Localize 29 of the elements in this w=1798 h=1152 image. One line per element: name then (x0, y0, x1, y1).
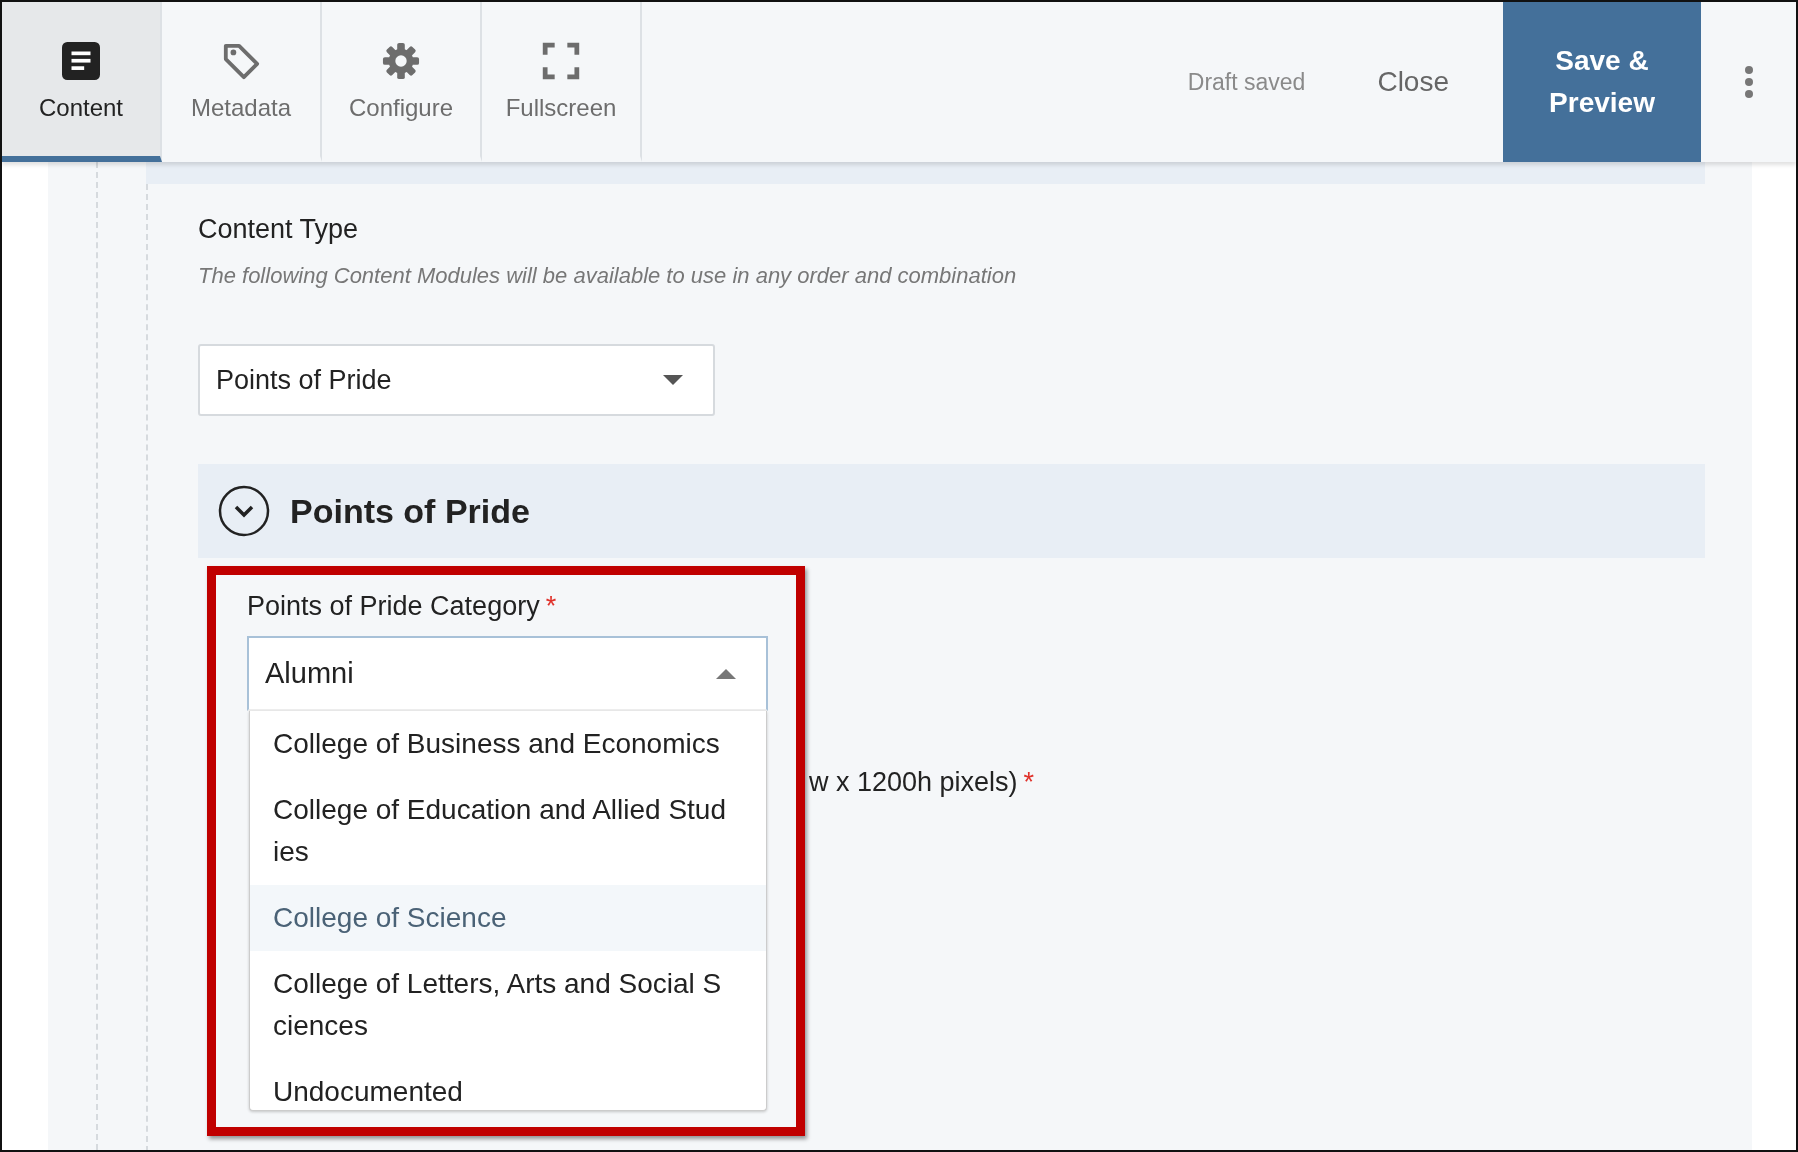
toolbar-tab[interactable]: Metadata (162, 2, 322, 162)
more-icon (1743, 65, 1754, 99)
document-icon (62, 41, 100, 80)
toolbar-tab[interactable]: Configure (322, 2, 482, 162)
field-label: Points of Pride Category (247, 591, 540, 621)
category-select[interactable]: Alumni (247, 636, 768, 711)
close-button[interactable]: Close (1371, 2, 1455, 162)
caret-icon (663, 375, 683, 385)
dropdown-option[interactable]: College of Letters, Arts and Social Sciences (250, 951, 766, 1059)
dropdown-option[interactable]: College of Science (250, 885, 766, 951)
toolbar-tab[interactable]: Content (2, 2, 162, 162)
collapse-icon (218, 485, 270, 537)
field-label: w x 1200h pixels) (809, 767, 1018, 797)
gear-icon (382, 41, 420, 80)
tag-icon (222, 41, 260, 80)
dropdown-option[interactable]: College of Business and Economics (250, 711, 766, 777)
section-header[interactable]: Points of Pride (198, 464, 1705, 558)
required-marker: * (545, 591, 557, 621)
field-hint: The following Content Modules will be available to use in any order and combination (198, 263, 1018, 289)
draft-status: Draft saved (1187, 68, 1306, 96)
field-label: Content Type (198, 214, 360, 245)
content-type-select[interactable]: Points of Pride (198, 344, 715, 416)
toolbar-tab[interactable]: Fullscreen (482, 2, 642, 162)
dropdown-option[interactable]: Undocumented (250, 1059, 766, 1110)
save-preview-button[interactable]: Save & Preview (1503, 2, 1701, 162)
dropdown-option[interactable]: College of Education and Allied Studies (250, 777, 766, 885)
caret-icon (716, 668, 736, 679)
fullscreen-icon (542, 41, 580, 80)
required-marker: * (1023, 767, 1035, 797)
